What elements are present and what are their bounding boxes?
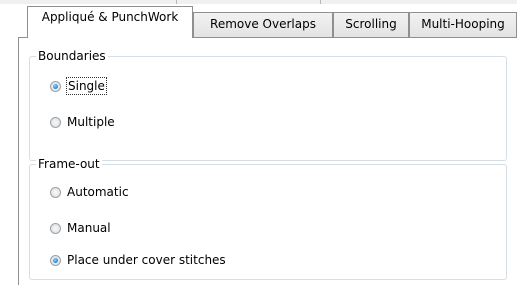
tab-scrolling[interactable]: Scrolling bbox=[333, 12, 409, 37]
radio-place-under-cover-stitches[interactable]: Place under cover stitches bbox=[50, 252, 226, 268]
back-tab[interactable] bbox=[0, 0, 177, 4]
tab-applique-punchwork[interactable]: Appliqué & PunchWork bbox=[27, 6, 193, 38]
tab-label: Appliqué & PunchWork bbox=[41, 10, 179, 24]
radio-label: Automatic bbox=[67, 185, 129, 199]
radio-unchecked-icon[interactable] bbox=[50, 186, 61, 198]
radio-label: Place under cover stitches bbox=[67, 253, 226, 267]
frame-out-legend: Frame-out bbox=[36, 156, 102, 172]
radio-single[interactable]: Single bbox=[50, 77, 107, 95]
radio-label: Manual bbox=[67, 221, 111, 235]
frame-out-group: Frame-out Automatic Manual Place under c… bbox=[29, 156, 507, 280]
radio-label: Single bbox=[66, 77, 107, 95]
radio-unchecked-icon[interactable] bbox=[50, 116, 61, 128]
tab-label: Multi-Hooping bbox=[421, 17, 505, 31]
tab-multi-hooping[interactable]: Multi-Hooping bbox=[409, 12, 517, 37]
radio-checked-icon[interactable] bbox=[50, 80, 61, 92]
back-tab[interactable] bbox=[177, 0, 321, 4]
radio-label: Multiple bbox=[67, 115, 115, 129]
radio-multiple[interactable]: Multiple bbox=[50, 114, 115, 130]
radio-automatic[interactable]: Automatic bbox=[50, 184, 129, 200]
boundaries-legend: Boundaries bbox=[36, 48, 108, 64]
tab-panel: Boundaries Single Multiple Frame-out Aut… bbox=[18, 37, 517, 285]
radio-unchecked-icon[interactable] bbox=[50, 222, 61, 234]
tab-label: Remove Overlaps bbox=[210, 17, 316, 31]
boundaries-group: Boundaries Single Multiple bbox=[29, 48, 507, 161]
back-tab-row bbox=[0, 0, 517, 4]
back-tab[interactable] bbox=[321, 0, 517, 4]
tab-label: Scrolling bbox=[345, 17, 397, 31]
radio-checked-icon[interactable] bbox=[50, 254, 61, 266]
tab-remove-overlaps[interactable]: Remove Overlaps bbox=[193, 12, 333, 37]
radio-manual[interactable]: Manual bbox=[50, 220, 111, 236]
